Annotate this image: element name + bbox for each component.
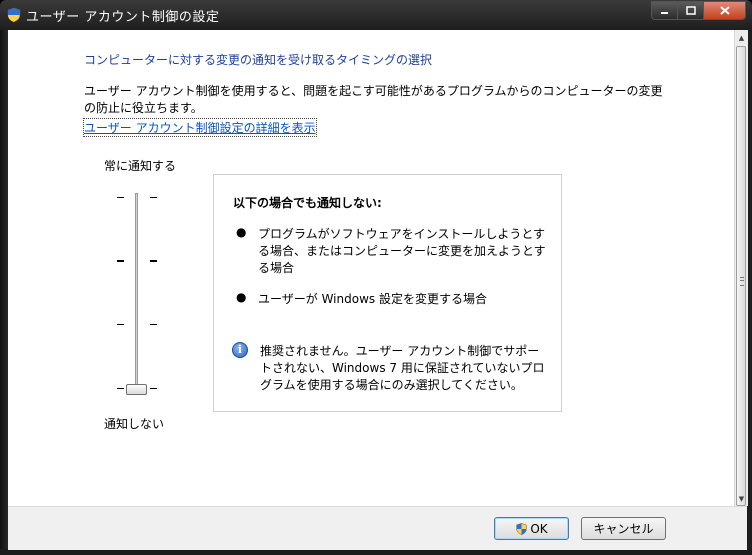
slider-tick bbox=[117, 260, 124, 262]
slider-label-always-notify: 常に通知する bbox=[104, 159, 177, 173]
window-frame-left bbox=[0, 30, 8, 555]
maximize-icon bbox=[685, 6, 696, 15]
notification-slider-thumb[interactable] bbox=[126, 384, 147, 395]
slider-tick bbox=[117, 324, 124, 325]
slider-tick bbox=[117, 197, 124, 198]
scroll-up-icon[interactable]: ▲ bbox=[735, 31, 748, 45]
bullet-icon: ● bbox=[236, 290, 247, 304]
minimize-button[interactable] bbox=[651, 1, 677, 20]
uac-shield-icon bbox=[516, 522, 527, 535]
info-bullet-2: ユーザーが Windows 設定を変更する場合 bbox=[258, 292, 487, 306]
slider-label-never-notify: 通知しない bbox=[104, 417, 165, 431]
slider-tick bbox=[117, 388, 124, 389]
scrollbar-thumb[interactable] bbox=[736, 46, 746, 506]
slider-tick bbox=[150, 388, 157, 389]
info-panel: 以下の場合でも通知しない: ● プログラムがソフトウェアをインストールしようとす… bbox=[213, 174, 562, 412]
slider-tick bbox=[150, 260, 157, 262]
ok-button-label: OK bbox=[530, 521, 548, 536]
close-button[interactable] bbox=[703, 1, 746, 20]
maximize-button[interactable] bbox=[677, 1, 703, 20]
notification-slider-track[interactable] bbox=[135, 193, 138, 389]
uac-shield-icon bbox=[7, 7, 21, 23]
slider-tick bbox=[150, 197, 157, 198]
close-icon bbox=[719, 6, 730, 15]
warning-text: 推奨されません。ユーザー アカウント制御でサポートされない、Windows 7 … bbox=[260, 344, 545, 392]
description-text: ユーザー アカウント制御を使用すると、問題を起こす可能性があるプログラムからのコ… bbox=[84, 84, 663, 115]
details-link[interactable]: ユーザー アカウント制御設定の詳細を表示 bbox=[83, 118, 317, 137]
page-heading: コンピューターに対する変更の通知を受け取るタイミングの選択 bbox=[84, 53, 433, 67]
window-title: ユーザー アカウント制御の設定 bbox=[26, 10, 220, 25]
scroll-down-icon[interactable]: ▼ bbox=[735, 492, 748, 506]
vertical-scrollbar[interactable]: ▲ ▼ bbox=[734, 30, 748, 506]
uac-settings-window: ユーザー アカウント制御の設定 コンピューターに対する変更の通知を受け取るタイミ… bbox=[0, 0, 752, 555]
minimize-icon bbox=[660, 11, 668, 14]
info-title: 以下の場合でも通知しない: bbox=[233, 196, 382, 210]
ok-button[interactable]: OK bbox=[494, 517, 569, 540]
slider-tick bbox=[150, 324, 157, 325]
cancel-button[interactable]: キャンセル bbox=[581, 517, 666, 540]
grip-icon bbox=[740, 277, 744, 286]
bullet-icon: ● bbox=[236, 225, 247, 239]
button-bar: OK キャンセル bbox=[8, 506, 747, 550]
info-bullet-1: プログラムがソフトウェアをインストールしようとする場合、またはコンピューターに変… bbox=[258, 227, 546, 275]
info-icon: i bbox=[232, 342, 248, 358]
title-bar[interactable]: ユーザー アカウント制御の設定 bbox=[0, 0, 752, 30]
cancel-button-label: キャンセル bbox=[593, 522, 654, 536]
caption-buttons bbox=[651, 1, 746, 20]
